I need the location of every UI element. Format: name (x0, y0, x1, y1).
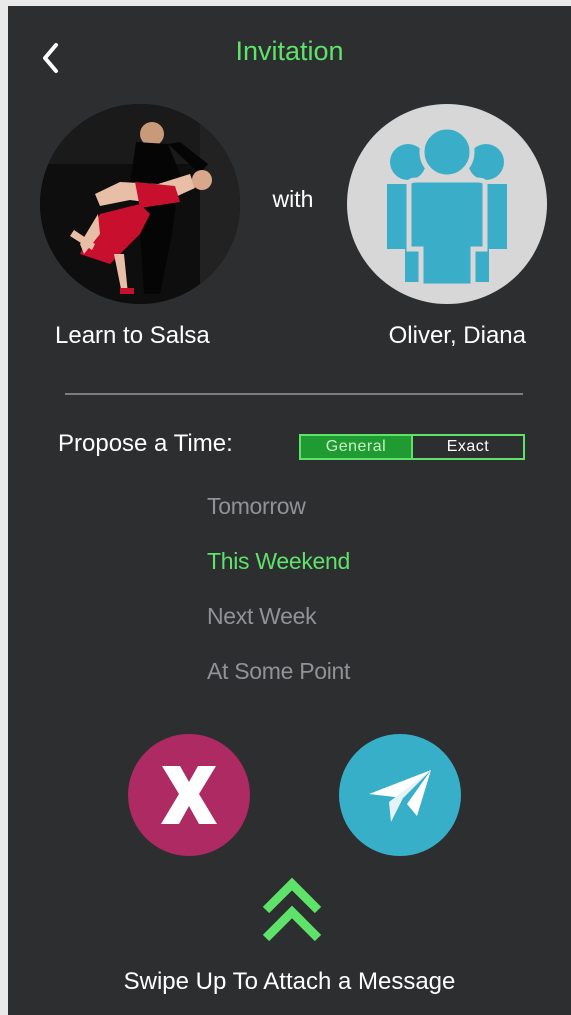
x-icon (161, 766, 217, 824)
connector-label: with (272, 186, 314, 212)
time-option-tomorrow[interactable]: Tomorrow (207, 493, 350, 548)
swipe-hint: Swipe Up To Attach a Message (123, 968, 456, 995)
group-avatar[interactable] (347, 104, 547, 304)
time-mode-toggle: General Exact (299, 434, 525, 460)
page-title: Invitation (235, 36, 344, 66)
double-chevron-up-icon[interactable] (260, 876, 324, 946)
group-people-icon (387, 124, 507, 289)
salsa-dancers-image (40, 104, 240, 304)
cancel-button[interactable] (128, 734, 250, 856)
paper-plane-icon (369, 770, 431, 822)
time-option-at-some-point[interactable]: At Some Point (207, 658, 350, 713)
invitation-screen: Invitation with Learn to Salsa Oliver, D… (8, 6, 571, 1015)
general-segment[interactable]: General (301, 436, 413, 458)
time-option-next-week[interactable]: Next Week (207, 603, 350, 658)
time-option-this-weekend[interactable]: This Weekend (207, 548, 350, 603)
propose-time-label: Propose a Time: (58, 430, 233, 457)
event-name: Learn to Salsa (55, 322, 210, 349)
send-button[interactable] (339, 734, 461, 856)
event-photo[interactable] (40, 104, 240, 304)
exact-segment[interactable]: Exact (413, 436, 523, 458)
divider (65, 393, 523, 395)
time-options-list: Tomorrow This Weekend Next Week At Some … (207, 493, 350, 713)
invitees-names: Oliver, Diana (388, 322, 526, 349)
